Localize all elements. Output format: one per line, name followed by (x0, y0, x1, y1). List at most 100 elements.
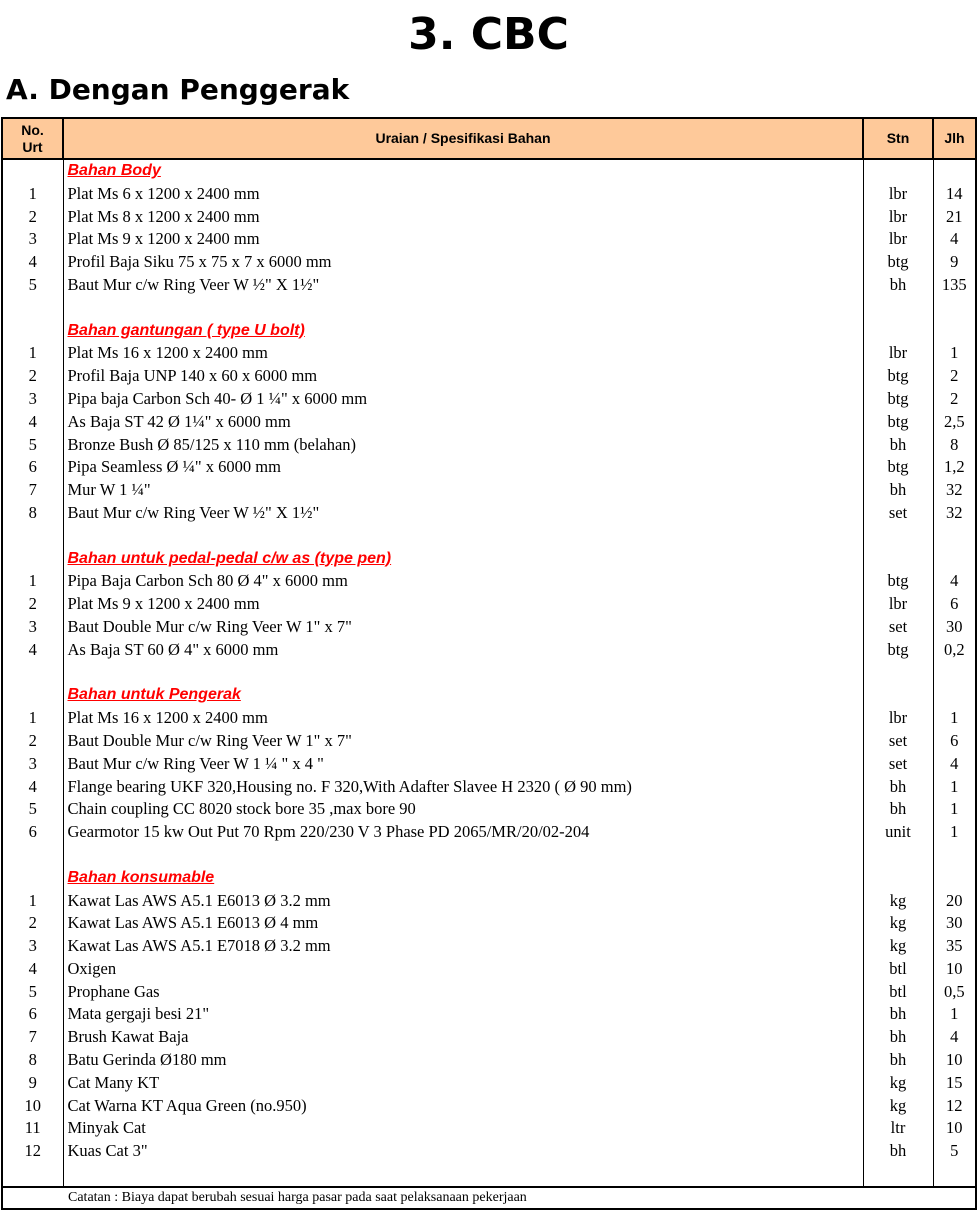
item-description: Plat Ms 8 x 1200 x 2400 mm (62, 205, 864, 229)
item-quantity: 4 (932, 752, 977, 776)
item-description: Profil Baja Siku 75 x 75 x 7 x 6000 mm (62, 251, 864, 274)
item-unit: set (862, 729, 934, 753)
item-number: 9 (1, 1071, 64, 1095)
empty-cell (862, 661, 934, 685)
empty-cell (862, 159, 934, 183)
table-row: 8 Baut Mur c/w Ring Veer W ½" X 1½" set 32 (1, 501, 977, 525)
section-row: Bahan untuk pedal-pedal c/w as (type pen… (1, 547, 977, 571)
empty-cell (932, 661, 977, 685)
item-description: Plat Ms 16 x 1200 x 2400 mm (62, 707, 864, 730)
item-unit: set (862, 501, 934, 525)
item-number: 1 (1, 342, 64, 366)
section-row: Bahan konsumable (1, 866, 977, 890)
item-description: Batu Gerinda Ø180 mm (62, 1049, 864, 1072)
note-row: Catatan : Biaya dapat berubah sesuai har… (1, 1185, 977, 1210)
empty-cell (1, 524, 64, 548)
empty-cell (932, 547, 977, 571)
table-row: 1 Kawat Las AWS A5.1 E6013 Ø 3.2 mm kg 20 (1, 889, 977, 913)
item-description: Baut Double Mur c/w Ring Veer W 1" x 7" (62, 615, 864, 639)
table-row: 6 Mata gergaji besi 21" bh 1 (1, 1003, 977, 1027)
item-number: 4 (1, 638, 64, 662)
empty-cell (932, 1163, 977, 1187)
item-unit: lbr (862, 342, 934, 366)
item-number: 3 (1, 615, 64, 639)
item-number: 3 (1, 752, 64, 776)
item-quantity: 30 (932, 615, 977, 639)
table-row: 2 Profil Baja UNP 140 x 60 x 6000 mm btg 2 (1, 365, 977, 388)
empty-cell (1, 319, 64, 343)
empty-cell (862, 524, 934, 548)
item-number: 3 (1, 935, 64, 958)
item-description: As Baja ST 42 Ø 1¼" x 6000 mm (62, 410, 864, 434)
item-unit: btg (862, 570, 934, 594)
item-description: Gearmotor 15 kw Out Put 70 Rpm 220/230 V… (62, 821, 864, 844)
table-row: 2 Kawat Las AWS A5.1 E6013 Ø 4 mm kg 30 (1, 912, 977, 936)
item-quantity: 9 (932, 251, 977, 274)
item-description: Minyak Cat (62, 1117, 864, 1141)
item-description: Flange bearing UKF 320,Housing no. F 320… (62, 775, 864, 799)
table-row: 6 Pipa Seamless Ø ¼" x 6000 mm btg 1,2 (1, 456, 977, 480)
table-row: 2 Plat Ms 9 x 1200 x 2400 mm lbr 6 (1, 593, 977, 616)
item-number: 3 (1, 387, 64, 411)
table-row: 2 Baut Double Mur c/w Ring Veer W 1" x 7"… (1, 729, 977, 753)
item-description: Kawat Las AWS A5.1 E6013 Ø 3.2 mm (62, 889, 864, 913)
empty-cell (932, 684, 977, 708)
item-description: As Baja ST 60 Ø 4" x 6000 mm (62, 638, 864, 662)
item-number: 5 (1, 273, 64, 297)
item-unit: bh (862, 273, 934, 297)
item-quantity: 10 (932, 1117, 977, 1141)
item-description: Baut Double Mur c/w Ring Veer W 1" x 7" (62, 729, 864, 753)
empty-cell (1, 684, 64, 708)
item-number: 5 (1, 980, 64, 1004)
item-description: Plat Ms 9 x 1200 x 2400 mm (62, 593, 864, 616)
table-row: 11 Minyak Cat ltr 10 (1, 1117, 977, 1141)
item-quantity: 6 (932, 729, 977, 753)
table-row: 3 Baut Double Mur c/w Ring Veer W 1" x 7"… (1, 615, 977, 639)
item-unit: kg (862, 935, 934, 958)
item-description: Baut Mur c/w Ring Veer W ½" X 1½" (62, 501, 864, 525)
item-unit: lbr (862, 707, 934, 730)
spacer-row (1, 661, 977, 685)
item-quantity: 4 (932, 228, 977, 252)
item-unit: unit (862, 821, 934, 844)
table-row: 2 Plat Ms 8 x 1200 x 2400 mm lbr 21 (1, 205, 977, 229)
item-unit: kg (862, 889, 934, 913)
item-number: 4 (1, 775, 64, 799)
section-title: Bahan konsumable (62, 866, 864, 890)
item-unit: btg (862, 251, 934, 274)
item-unit: bh (862, 1003, 934, 1027)
item-description: Brush Kawat Baja (62, 1026, 864, 1050)
item-unit: btl (862, 980, 934, 1004)
empty-cell (1, 159, 64, 183)
spacer-row (1, 296, 977, 320)
item-quantity: 14 (932, 182, 977, 206)
item-number: 4 (1, 410, 64, 434)
table-row: 9 Cat Many KT kg 15 (1, 1071, 977, 1095)
empty-cell (862, 319, 934, 343)
table-row: 8 Batu Gerinda Ø180 mm bh 10 (1, 1049, 977, 1072)
empty-cell (862, 296, 934, 320)
table-row: 3 Pipa baja Carbon Sch 40- Ø 1 ¼" x 6000 … (1, 387, 977, 411)
item-number: 5 (1, 433, 64, 457)
table-row: 5 Baut Mur c/w Ring Veer W ½" X 1½" bh 135 (1, 273, 977, 297)
item-unit: btg (862, 387, 934, 411)
item-number: 2 (1, 205, 64, 229)
table-row: 1 Plat Ms 16 x 1200 x 2400 mm lbr 1 (1, 342, 977, 366)
item-number: 4 (1, 957, 64, 981)
table-row: 1 Pipa Baja Carbon Sch 80 Ø 4" x 6000 mm b… (1, 570, 977, 594)
item-quantity: 2 (932, 387, 977, 411)
item-quantity: 2,5 (932, 410, 977, 434)
item-description: Kawat Las AWS A5.1 E6013 Ø 4 mm (62, 912, 864, 936)
item-description: Oxigen (62, 957, 864, 981)
header-jlh: Jlh (932, 117, 977, 160)
item-quantity: 35 (932, 935, 977, 958)
item-quantity: 1 (932, 707, 977, 730)
item-number: 1 (1, 707, 64, 730)
table-row: 5 Bronze Bush Ø 85/125 x 110 mm (belahan)… (1, 433, 977, 457)
item-unit: bh (862, 1049, 934, 1072)
header-desc: Uraian / Spesifikasi Bahan (62, 117, 864, 160)
section-row: Bahan untuk Pengerak (1, 684, 977, 708)
table-row: 5 Prophane Gas btl 0,5 (1, 980, 977, 1004)
item-unit: ltr (862, 1117, 934, 1141)
item-number: 3 (1, 228, 64, 252)
